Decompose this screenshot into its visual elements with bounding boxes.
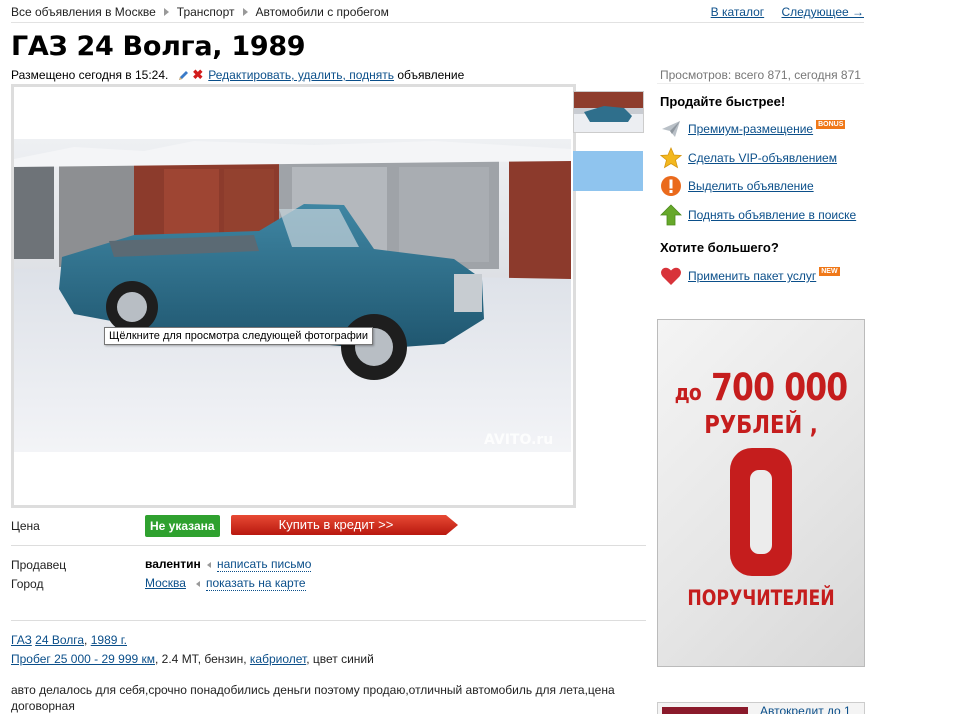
show-on-map-action: показать на карте	[196, 576, 306, 591]
breadcrumb: Все объявления в Москве Транспорт Автомо…	[11, 5, 389, 19]
posted-time: Размещено сегодня в 15:24.	[11, 68, 169, 82]
pencil-icon	[179, 70, 189, 80]
top-navigation: В каталог Следующее →	[697, 5, 864, 19]
exclamation-icon	[661, 176, 681, 196]
car-thumbnail-image	[574, 92, 643, 132]
seller-name: валентин	[145, 557, 201, 571]
star-icon	[660, 147, 682, 169]
write-message-action: написать письмо	[207, 557, 312, 572]
heart-icon	[661, 267, 681, 285]
service-package-label[interactable]: Применить пакет услуг	[688, 269, 816, 283]
arrow-left-icon	[196, 580, 200, 587]
service-premium[interactable]: Премиум-размещение BONUS	[660, 118, 846, 140]
make-link[interactable]: ГАЗ	[11, 633, 32, 647]
car-photo-image: AVITO.ru	[14, 139, 571, 452]
banner-currency: РУБЛЕЙ ,	[704, 410, 818, 439]
delete-icon: ✖	[192, 67, 204, 82]
want-more-title: Хотите большего?	[660, 240, 779, 255]
seller-label: Продавец	[11, 558, 67, 572]
up-arrow-icon	[660, 204, 682, 226]
body-type-link[interactable]: кабриолет	[250, 652, 306, 666]
show-on-map-link[interactable]: показать на карте	[206, 576, 306, 591]
banner-prefix: до	[674, 381, 702, 406]
credit-button-label: Купить в кредит >>	[278, 517, 394, 532]
details-line-2: Пробег 25 000 - 29 999 км, 2.4 МТ, бензи…	[11, 652, 374, 666]
edit-delete-raise-link[interactable]: Редактировать, удалить, поднять	[208, 68, 394, 82]
breadcrumb-separator-icon	[163, 8, 169, 16]
new-badge: NEW	[819, 266, 840, 276]
banner-zero-graphic	[730, 448, 792, 576]
page-title: ГАЗ 24 Волга, 1989	[11, 31, 306, 62]
service-vip-label[interactable]: Сделать VIP-объявлением	[688, 151, 837, 165]
breadcrumb-item[interactable]: Транспорт	[177, 5, 235, 19]
photo-thumbnail[interactable]	[573, 91, 644, 133]
year-link[interactable]: 1989 г.	[91, 633, 127, 647]
fuel-value: бензин	[204, 652, 244, 666]
service-raise-label[interactable]: Поднять объявление в поиске	[688, 208, 856, 222]
catalog-link[interactable]: В каталог	[711, 5, 764, 19]
divider	[11, 545, 646, 546]
description-line-1: авто делалось для себя,срочно понадобили…	[11, 683, 615, 697]
arrow-left-icon	[207, 561, 211, 568]
mileage-link[interactable]: Пробег 25 000 - 29 999 км	[11, 652, 155, 666]
photo-watermark: AVITO.ru	[484, 432, 553, 448]
paper-plane-icon	[662, 121, 680, 137]
breadcrumb-item[interactable]: Автомобили с пробегом	[256, 5, 389, 19]
buy-on-credit-button[interactable]: Купить в кредит >>	[231, 515, 459, 535]
banner-guarantors: ПОРУЧИТЕЛЕЙ	[687, 586, 835, 610]
service-highlight[interactable]: Выделить объявление	[660, 175, 814, 197]
service-vip[interactable]: Сделать VIP-объявлением	[660, 147, 837, 169]
credit-ad-banner[interactable]: до 700 000 РУБЛЕЙ , ПОРУЧИТЕЛЕЙ	[657, 319, 865, 667]
breadcrumb-separator-icon	[242, 8, 248, 16]
service-raise[interactable]: Поднять объявление в поиске	[660, 204, 856, 226]
photo-tooltip: Щёлкните для просмотра следующей фотогра…	[104, 327, 374, 345]
main-photo[interactable]: AVITO.ru	[14, 139, 571, 452]
city-link[interactable]: Москва	[145, 576, 186, 590]
price-value-badge: Не указана	[145, 515, 220, 537]
next-ad-link[interactable]: Следующее →	[782, 5, 865, 19]
posted-suffix: объявление	[397, 68, 465, 82]
posted-info: Размещено сегодня в 15:24. ✖ Редактирова…	[11, 67, 464, 83]
breadcrumb-item[interactable]: Все объявления в Москве	[11, 5, 156, 19]
model-link[interactable]: 24 Волга	[35, 633, 84, 647]
banner-amount: 700 000	[711, 366, 848, 409]
breadcrumb-divider	[11, 22, 864, 23]
color-value: цвет синий	[312, 652, 374, 666]
bonus-badge: BONUS	[816, 119, 846, 129]
service-premium-label[interactable]: Премиум-размещение	[688, 122, 813, 136]
divider	[11, 620, 646, 621]
city-label: Город	[11, 577, 44, 591]
banner-amount-line: до 700 000	[673, 366, 849, 409]
sell-faster-title: Продайте быстрее!	[660, 94, 786, 109]
engine-value: 2.4 МТ	[161, 652, 198, 666]
details-line-1: ГАЗ 24 Волга, 1989 г.	[11, 633, 127, 647]
bottom-ad-banner[interactable]: Автокредит до 1	[657, 702, 865, 714]
price-label: Цена	[11, 519, 40, 533]
service-package[interactable]: Применить пакет услуг NEW	[660, 265, 840, 287]
views-counter: Просмотров: всего 871, сегодня 871	[660, 68, 861, 82]
service-highlight-label[interactable]: Выделить объявление	[688, 179, 814, 193]
description-line-2: договорная	[11, 699, 75, 713]
write-message-link[interactable]: написать письмо	[217, 557, 312, 572]
photo-thumbnail[interactable]	[573, 151, 643, 191]
divider	[657, 83, 864, 84]
